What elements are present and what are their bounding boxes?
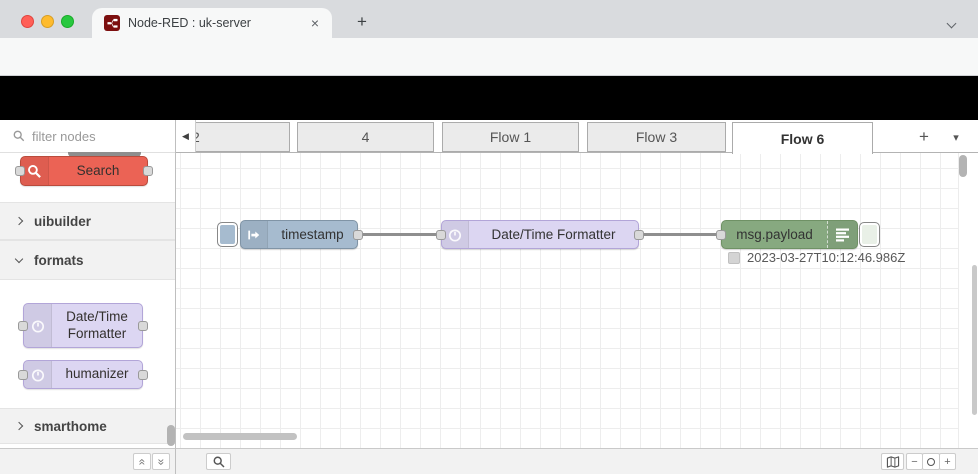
node-output-port xyxy=(143,166,153,176)
browser-tab-title: Node-RED : uk-server xyxy=(128,16,251,30)
zoom-out-button[interactable]: − xyxy=(906,453,923,470)
magnifier-icon xyxy=(21,157,49,185)
double-chevron-up-icon: « xyxy=(135,458,149,465)
palette-filter xyxy=(0,120,175,153)
node-label: msg.payload xyxy=(736,227,813,242)
collapse-all-button[interactable]: « xyxy=(133,453,151,470)
add-flow-button[interactable]: + xyxy=(912,125,936,149)
debug-node-msg-payload[interactable]: msg.payload xyxy=(716,220,858,249)
wire-formatter-to-debug[interactable] xyxy=(642,233,726,236)
flow-canvas[interactable]: timestamp Date/Time Formatter msg.payloa… xyxy=(176,153,959,448)
chevron-right-icon xyxy=(14,216,24,226)
palette-node-search[interactable]: Search xyxy=(15,156,153,186)
nodered-favicon-glyph xyxy=(106,18,118,28)
palette-node-label: humanizer xyxy=(65,366,129,382)
navigator-toggle-button[interactable] xyxy=(881,453,904,470)
category-label: smarthome xyxy=(34,418,107,434)
browser-toolbar: ← → ↻ Not Secure | uk-server:2718/#flow/… xyxy=(0,38,978,109)
new-tab-button[interactable]: + xyxy=(348,8,376,36)
workspace-search-button[interactable] xyxy=(206,453,231,470)
node-label: Date/Time Formatter xyxy=(491,227,616,242)
plus-icon: + xyxy=(944,455,951,468)
inject-trigger-button[interactable] xyxy=(217,222,238,247)
palette-node-humanizer[interactable]: humanizer xyxy=(18,360,148,389)
debug-lines-icon xyxy=(827,221,857,248)
palette-footer: « » xyxy=(0,448,176,474)
node-input-port xyxy=(15,166,25,176)
browser-window: Node-RED : uk-server × + ← → ↻ Not Secur… xyxy=(0,0,978,474)
zoom-in-button[interactable]: + xyxy=(939,453,956,470)
debug-status-dot xyxy=(728,252,740,264)
debug-status-text: 2023-03-27T10:12:46.986Z xyxy=(747,250,906,265)
mac-minimize-button[interactable] xyxy=(41,15,54,28)
tab-scroll-left-button[interactable]: ◀ xyxy=(176,120,196,152)
palette-node-label: Search xyxy=(76,162,120,178)
formatter-node[interactable]: Date/Time Formatter xyxy=(436,220,644,249)
palette-category-uibuilder[interactable]: uibuilder xyxy=(0,202,175,240)
node-output-port xyxy=(138,320,148,331)
search-icon xyxy=(13,130,25,142)
palette-node-datetime-formatter[interactable]: Date/Time Formatter xyxy=(18,303,148,348)
node-output-port[interactable] xyxy=(634,229,644,240)
flow-tab-flow6-active[interactable]: Flow 6 xyxy=(732,122,873,154)
node-input-port xyxy=(18,320,28,331)
workspace-footer: − + xyxy=(176,448,978,474)
timer-icon xyxy=(442,221,469,248)
timer-icon xyxy=(24,304,52,347)
flow-tab-4[interactable]: 4 xyxy=(297,122,434,152)
canvas-vertical-scrollbar[interactable] xyxy=(959,155,967,177)
expand-all-button[interactable]: » xyxy=(152,453,170,470)
node-palette: Search uibuilder formats Date/TimeFormat… xyxy=(0,120,176,448)
timer-icon xyxy=(24,361,52,388)
node-input-port[interactable] xyxy=(716,229,726,240)
chevron-right-icon xyxy=(14,421,24,431)
browser-tab[interactable]: Node-RED : uk-server × xyxy=(92,8,332,38)
zoom-reset-button[interactable] xyxy=(922,453,940,470)
wire-inject-to-formatter[interactable] xyxy=(360,233,446,236)
minus-icon: − xyxy=(911,455,918,468)
window-chevron-icon[interactable] xyxy=(946,14,960,29)
browser-tabstrip: Node-RED : uk-server × + xyxy=(0,0,978,38)
category-label: formats xyxy=(34,252,84,268)
category-label: uibuilder xyxy=(34,213,91,229)
palette-scrollbar[interactable] xyxy=(167,425,175,446)
palette-category-formats[interactable]: formats xyxy=(0,240,175,280)
inject-icon xyxy=(241,221,268,248)
chevron-down-icon xyxy=(14,254,24,263)
debug-enable-toggle[interactable] xyxy=(859,222,880,247)
search-icon xyxy=(213,456,224,467)
palette-filter-input[interactable] xyxy=(32,128,152,144)
map-icon xyxy=(886,455,899,468)
nodered-header: Node-RED Deploy ▾ xyxy=(0,76,978,188)
node-label: timestamp xyxy=(281,227,344,242)
flow-list-caret-icon[interactable]: ▾ xyxy=(946,125,966,149)
tab-close-icon[interactable]: × xyxy=(308,15,322,31)
node-output-port[interactable] xyxy=(353,229,363,240)
flow-tab-flow3[interactable]: Flow 3 xyxy=(587,122,726,152)
node-input-port xyxy=(18,369,28,380)
flow-tab-bar: ◀ 2 4 Flow 1 Flow 3 Flow 6 + ▾ xyxy=(176,120,978,154)
circle-icon xyxy=(927,457,935,466)
inject-node-timestamp[interactable]: timestamp xyxy=(240,220,363,249)
canvas-horizontal-scrollbar[interactable] xyxy=(183,433,297,440)
window-scrollbar[interactable] xyxy=(972,265,977,415)
flow-tab-2[interactable]: 2 xyxy=(196,122,290,152)
double-chevron-down-icon: » xyxy=(154,458,168,465)
mac-close-button[interactable] xyxy=(21,15,34,28)
palette-category-smarthome[interactable]: smarthome xyxy=(0,408,175,444)
flow-tab-flow1[interactable]: Flow 1 xyxy=(442,122,579,152)
node-output-port xyxy=(138,369,148,380)
mac-zoom-button[interactable] xyxy=(61,15,74,28)
palette-node-label: Date/Time Formatter xyxy=(66,308,128,341)
nodered-favicon xyxy=(104,15,120,31)
node-input-port[interactable] xyxy=(436,229,446,240)
